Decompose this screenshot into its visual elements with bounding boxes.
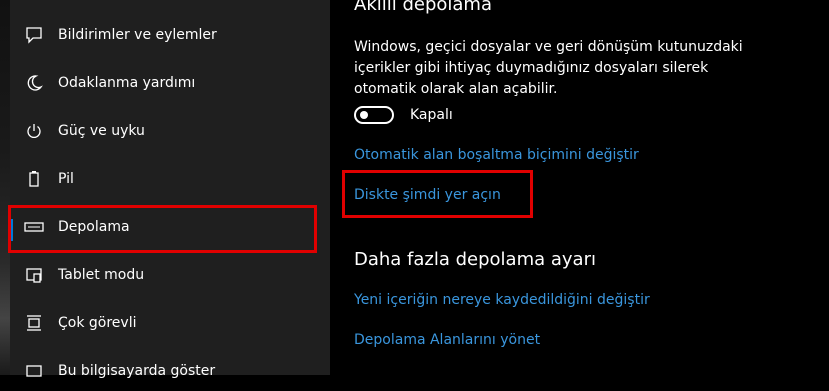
message-icon (24, 25, 44, 45)
manage-storage-spaces-link[interactable]: Depolama Alanlarını yönet (354, 332, 540, 348)
sidebar-item-tablet-mode[interactable]: Tablet modu (10, 255, 330, 295)
tablet-icon (24, 265, 44, 285)
power-icon (24, 121, 44, 141)
smart-storage-toggle[interactable] (354, 106, 394, 124)
sidebar-item-project[interactable]: Bu bilgisayarda göster (10, 351, 330, 391)
change-save-location-link[interactable]: Yeni içeriğin nereye kaydedildiğini deği… (354, 292, 650, 308)
sidebar-item-label: Güç ve uyku (58, 123, 145, 139)
smart-storage-description: Windows, geçici dosyalar ve geri dönüşüm… (354, 39, 743, 97)
sidebar-item-label: Çok görevli (58, 315, 137, 331)
more-storage-settings-title: Daha fazla depolama ayarı (354, 249, 596, 270)
multitask-icon (24, 313, 44, 333)
sidebar-item-label: Pil (58, 171, 74, 187)
background-edge (0, 0, 10, 375)
sidebar-item-multitasking[interactable]: Çok görevli (10, 303, 330, 343)
toggle-knob (360, 111, 368, 119)
highlight-box-storage (8, 205, 317, 253)
sidebar-item-battery[interactable]: Pil (10, 159, 330, 199)
settings-sidebar: Bildirimler ve eylemler Odaklanma yardım… (10, 0, 330, 379)
smart-storage-title: Akıllı depolama (354, 0, 492, 15)
project-icon (24, 361, 44, 381)
sidebar-item-notifications[interactable]: Bildirimler ve eylemler (10, 15, 330, 55)
toggle-state-label: Kapalı (410, 107, 453, 123)
sidebar-item-label: Odaklanma yardımı (58, 75, 196, 91)
sidebar-item-focus-assist[interactable]: Odaklanma yardımı (10, 63, 330, 103)
sidebar-item-label: Bildirimler ve eylemler (58, 27, 217, 43)
configure-cleanup-link[interactable]: Otomatik alan boşaltma biçimini değiştir (354, 147, 639, 163)
highlight-box-free-space (342, 170, 533, 218)
sidebar-item-label: Bu bilgisayarda göster (58, 363, 216, 379)
sidebar-item-label: Tablet modu (58, 267, 145, 283)
sidebar-item-power-sleep[interactable]: Güç ve uyku (10, 111, 330, 151)
moon-icon (24, 73, 44, 93)
battery-icon (24, 169, 44, 189)
